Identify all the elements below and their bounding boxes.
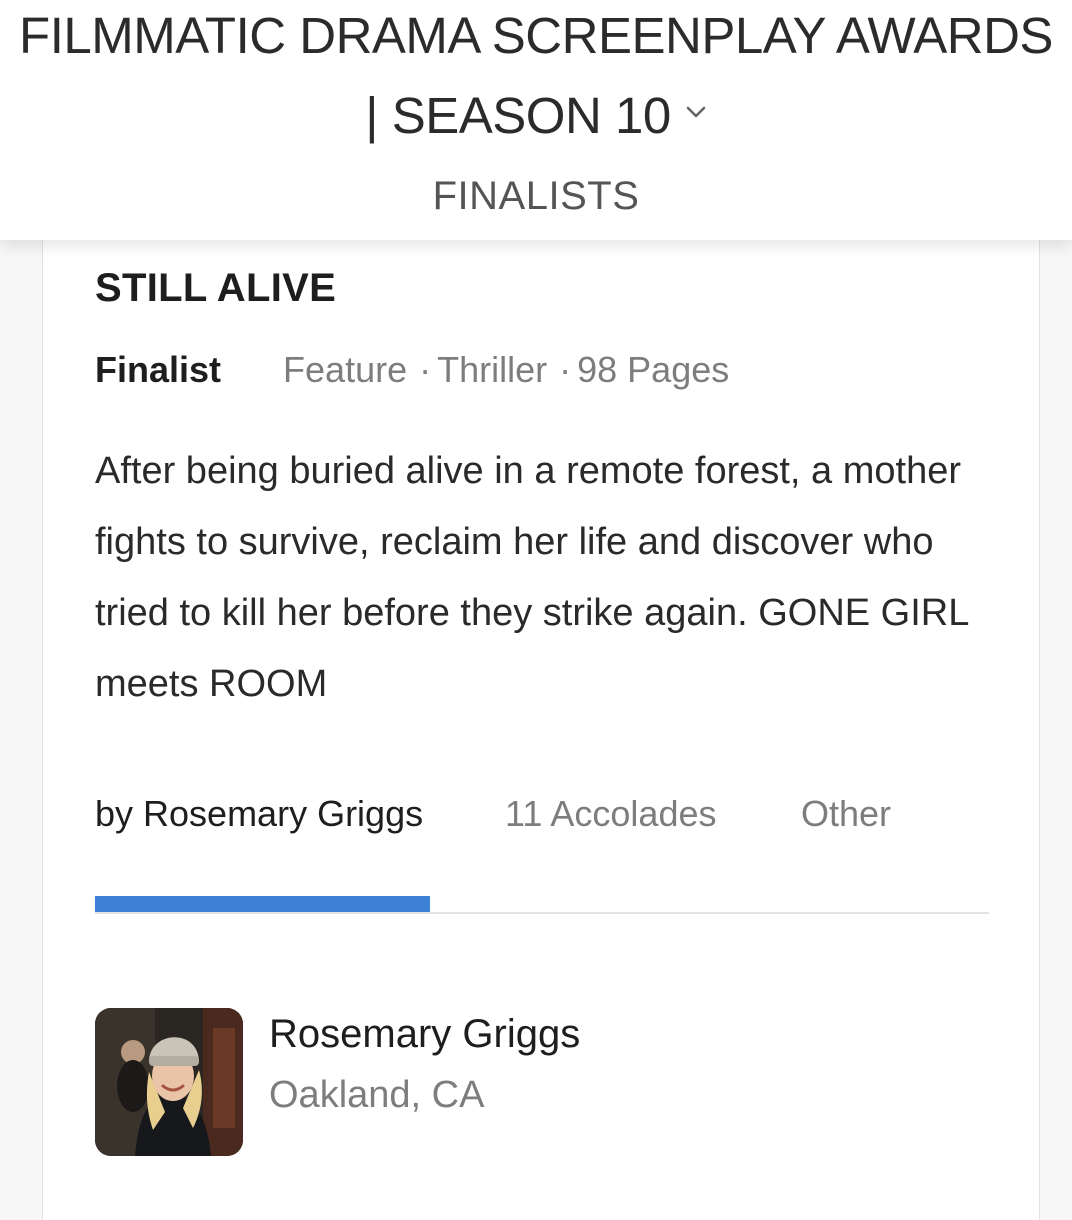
format-label: Feature <box>283 349 408 390</box>
genre-label: Thriller <box>437 349 548 390</box>
tab-author[interactable]: by Rosemary Griggs <box>95 790 423 838</box>
separator: · <box>559 349 572 390</box>
page-header: FILMMATIC DRAMA SCREENPLAY AWARDS | SEAS… <box>0 0 1072 240</box>
screenplay-card: STILL ALIVE Finalist Feature · Thriller · 98 … <box>42 230 1040 1220</box>
avatar[interactable] <box>95 1008 243 1156</box>
contest-title: FILMMATIC DRAMA SCREENPLAY AWARDS <box>19 7 1053 64</box>
writer-name[interactable]: Rosemary Griggs <box>269 1008 580 1060</box>
contest-season-selector[interactable]: | SEASON 10 <box>0 84 1072 148</box>
tab-bar: by Rosemary Griggs 11 Accolades Other <box>95 790 989 916</box>
page-count: 98 Pages <box>577 349 730 390</box>
separator: · <box>419 349 432 390</box>
tab-track <box>95 912 989 914</box>
logline: After being buried alive in a remote for… <box>95 450 968 705</box>
chevron-down-icon[interactable] <box>685 101 707 123</box>
status-badge: Finalist <box>95 349 222 390</box>
writer-location: Oakland, CA <box>269 1074 485 1116</box>
tab-accolades[interactable]: 11 Accolades <box>505 790 716 838</box>
tab-other[interactable]: Other <box>801 790 891 838</box>
section-label: FINALISTS <box>432 174 640 218</box>
meta-row: Finalist Feature · Thriller · 98 Pages <box>95 346 729 394</box>
script-details: Feature · Thriller · 98 Pages <box>283 346 729 394</box>
active-tab-indicator <box>95 896 430 912</box>
contest-season-label: | SEASON 10 <box>365 87 671 144</box>
script-title: STILL ALIVE <box>95 266 337 310</box>
